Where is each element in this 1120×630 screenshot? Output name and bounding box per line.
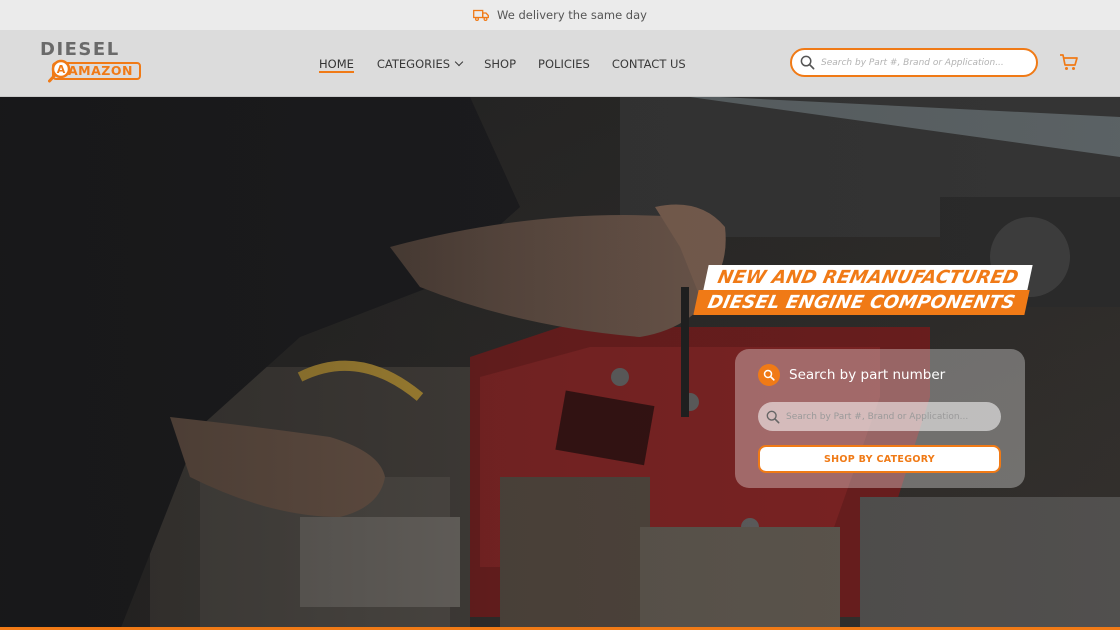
nav-item-categories-label: CATEGORIES — [376, 56, 451, 71]
search-icon[interactable] — [800, 55, 815, 70]
nav-item-shop[interactable]: SHOP — [484, 30, 516, 97]
announcement-bar: We delivery the same day — [0, 0, 1120, 30]
header-search-input[interactable] — [821, 57, 1031, 68]
search-badge-icon — [758, 364, 780, 386]
nav-item-home[interactable]: HOME — [319, 30, 354, 97]
main-nav: HOME CATEGORIES SHOP POLICIES CONTACT US — [319, 30, 686, 97]
site-header: DIESEL AMAZON A HOME CATEGORIES SHOP POL… — [0, 30, 1120, 97]
header-search — [790, 48, 1038, 77]
part-search-title-text: Search by part number — [789, 367, 946, 383]
hero-headline-line1: NEW AND REMANUFACTURED — [703, 265, 1033, 290]
chevron-down-icon — [454, 57, 464, 67]
nav-item-policies[interactable]: POLICIES — [538, 30, 590, 97]
search-icon[interactable] — [766, 410, 780, 424]
logo-line1: DIESEL — [40, 39, 120, 60]
site-logo[interactable]: DIESEL AMAZON A — [40, 39, 144, 87]
cart-icon[interactable] — [1059, 53, 1079, 71]
hero-banner: NEW AND REMANUFACTURED DIESEL ENGINE COM… — [0, 97, 1120, 630]
part-search-title: Search by part number — [758, 364, 945, 386]
nav-item-contact-us[interactable]: CONTACT US — [612, 30, 686, 97]
truck-icon — [473, 9, 489, 21]
svg-text:A: A — [57, 63, 66, 76]
part-search-input[interactable] — [786, 411, 986, 422]
magnifier-logo-icon: A — [48, 59, 71, 83]
hero-headline: NEW AND REMANUFACTURED DIESEL ENGINE COM… — [693, 265, 1076, 315]
part-search-field — [758, 402, 1001, 431]
part-search-card: Search by part number SHOP BY CATEGORY — [735, 349, 1025, 488]
announcement-text: We delivery the same day — [497, 8, 647, 22]
shop-by-category-button[interactable]: SHOP BY CATEGORY — [758, 445, 1001, 473]
hero-headline-line2: DIESEL ENGINE COMPONENTS — [693, 290, 1030, 315]
nav-item-categories[interactable]: CATEGORIES — [376, 30, 464, 97]
